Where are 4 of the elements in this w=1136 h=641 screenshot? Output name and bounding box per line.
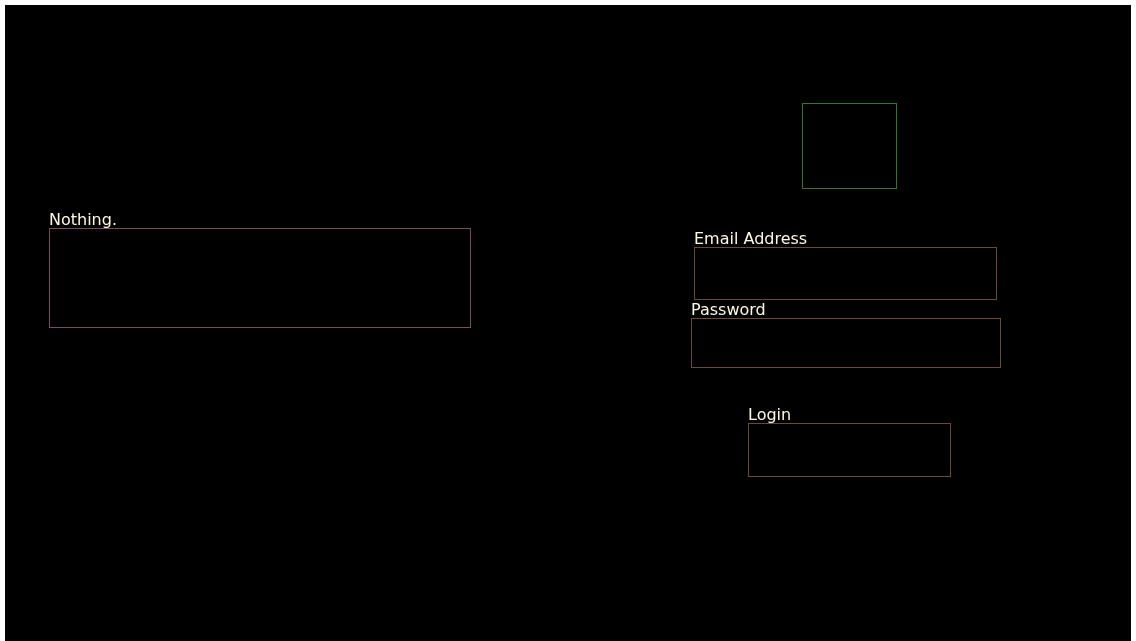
- region-label: Nothing.: [49, 211, 117, 229]
- region-label: Password: [691, 301, 766, 319]
- region-label: Login: [748, 406, 792, 424]
- region-label: Email Address: [694, 230, 808, 248]
